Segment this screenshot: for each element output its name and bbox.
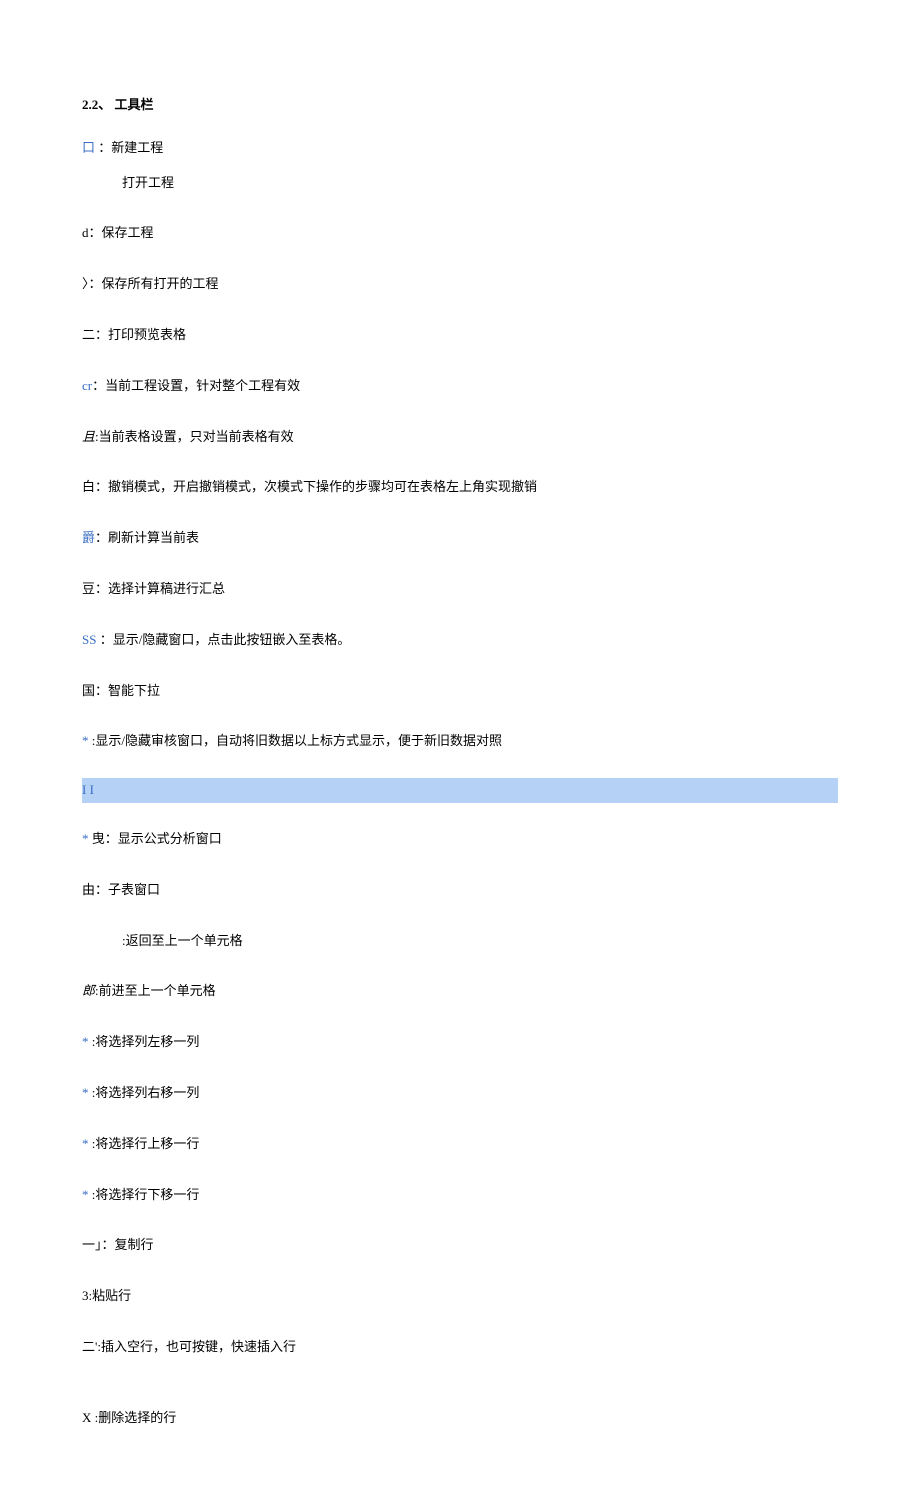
toolbar-item: * :将选择行下移一行 (82, 1185, 838, 1206)
item-text: 智能下拉 (108, 683, 160, 698)
item-text: 打开工程 (122, 175, 174, 190)
item-text: 当前表格设置，只对当前表格有效 (99, 429, 294, 444)
toolbar-item: 爵：刷新计算当前表 (82, 528, 838, 549)
item-separator: ： (92, 378, 105, 393)
item-separator: ： (89, 276, 102, 291)
item-separator: ： (95, 530, 108, 545)
item-key: 一」 (82, 1237, 102, 1252)
item-key: 且 (82, 429, 95, 444)
item-separator: : (91, 1410, 98, 1425)
item-text: 子表窗口 (108, 882, 160, 897)
item-list-2: * 曳：显示公式分析窗口由：子表窗口:返回至上一个单元格郎:前进至上一个单元格*… (82, 829, 838, 1429)
item-separator: ： (95, 683, 108, 698)
toolbar-item: d：保存工程 (82, 223, 838, 244)
highlight-text: I I (82, 782, 94, 797)
toolbar-item: :返回至上一个单元格 (82, 931, 838, 952)
item-key: 白 (82, 479, 95, 494)
document-page: 2.2、 工具栏 口 ：新建工程打开工程d：保存工程〉：保存所有打开的工程二：打… (0, 0, 920, 1499)
item-key: 国 (82, 683, 95, 698)
item-separator: ： (95, 327, 108, 342)
item-text: 显示/隐藏窗口，点击此按钮嵌入至表格。 (113, 632, 351, 647)
item-text: 显示公式分析窗口 (118, 831, 222, 846)
item-key: 二' (82, 1339, 97, 1354)
item-separator: ： (95, 140, 111, 155)
item-text: 显示/隐藏审核窗口，自动将旧数据以上标方式显示，便于新旧数据对照 (95, 733, 502, 748)
item-separator: ： (89, 225, 102, 240)
item-separator: ： (102, 1237, 115, 1252)
toolbar-item: 由：子表窗口 (82, 880, 838, 901)
highlighted-row: I I (82, 778, 838, 803)
item-text: 复制行 (115, 1237, 154, 1252)
toolbar-item: * :将选择行上移一行 (82, 1134, 838, 1155)
item-text: 撤销模式，开启撤销模式，次模式下操作的步骤均可在表格左上角实现撤销 (108, 479, 537, 494)
item-separator: 曳： (89, 831, 118, 846)
item-text: 新建工程 (111, 140, 163, 155)
item-key: X (82, 1410, 91, 1425)
section-title: 2.2、 工具栏 (82, 95, 838, 116)
item-text: 插入空行，也可按键，快速插入行 (101, 1339, 296, 1354)
item-text: 将选择列左移一列 (95, 1034, 199, 1049)
item-text: 选择计算稿进行汇总 (108, 581, 225, 596)
item-key: 爵 (82, 530, 95, 545)
item-key: 口 (82, 140, 95, 155)
toolbar-item: 国：智能下拉 (82, 681, 838, 702)
item-text: :返回至上一个单元格 (122, 933, 243, 948)
toolbar-item: SS ：显示/隐藏窗口，点击此按钮嵌入至表格。 (82, 630, 838, 651)
toolbar-item: 郎:前进至上一个单元格 (82, 981, 838, 1002)
toolbar-item: cr：当前工程设置，针对整个工程有效 (82, 376, 838, 397)
item-key: cr (82, 378, 92, 393)
item-text: 删除选择的行 (98, 1410, 176, 1425)
toolbar-item: * 曳：显示公式分析窗口 (82, 829, 838, 850)
toolbar-item: 豆：选择计算稿进行汇总 (82, 579, 838, 600)
item-separator: ： (95, 882, 108, 897)
toolbar-item: 〉：保存所有打开的工程 (82, 274, 838, 295)
item-separator: ： (96, 632, 112, 647)
toolbar-item: 打开工程 (82, 173, 838, 194)
toolbar-item: 二：打印预览表格 (82, 325, 838, 346)
item-text: 保存所有打开的工程 (102, 276, 219, 291)
toolbar-item: 3:粘贴行 (82, 1286, 838, 1307)
item-key: 由 (82, 882, 95, 897)
item-text: 将选择行下移一行 (95, 1187, 199, 1202)
item-key: 郎 (82, 983, 95, 998)
toolbar-item: X :删除选择的行 (82, 1408, 838, 1429)
item-key: 豆 (82, 581, 95, 596)
item-text: 将选择行上移一行 (95, 1136, 199, 1151)
item-key: SS (82, 632, 96, 647)
toolbar-item: 白：撤销模式，开启撤销模式，次模式下操作的步骤均可在表格左上角实现撤销 (82, 477, 838, 498)
item-text: 前进至上一个单元格 (99, 983, 216, 998)
toolbar-item: 且:当前表格设置，只对当前表格有效 (82, 427, 838, 448)
toolbar-item: 一」：复制行 (82, 1235, 838, 1256)
item-key: 二 (82, 327, 95, 342)
item-text: 将选择列右移一列 (95, 1085, 199, 1100)
item-text: 打印预览表格 (108, 327, 186, 342)
toolbar-item: * :显示/隐藏审核窗口，自动将旧数据以上标方式显示，便于新旧数据对照 (82, 731, 838, 752)
item-separator: ： (95, 581, 108, 596)
toolbar-item: 二':插入空行，也可按键，快速插入行 (82, 1337, 838, 1358)
toolbar-item: 口 ：新建工程 (82, 138, 838, 159)
toolbar-item: * :将选择列左移一列 (82, 1032, 838, 1053)
item-text: 粘贴行 (92, 1288, 131, 1303)
item-text: 保存工程 (102, 225, 154, 240)
item-text: 当前工程设置，针对整个工程有效 (105, 378, 300, 393)
toolbar-item: * :将选择列右移一列 (82, 1083, 838, 1104)
item-text: 刷新计算当前表 (108, 530, 199, 545)
item-list-1: 口 ：新建工程打开工程d：保存工程〉：保存所有打开的工程二：打印预览表格cr：当… (82, 138, 838, 752)
item-separator: ： (95, 479, 108, 494)
